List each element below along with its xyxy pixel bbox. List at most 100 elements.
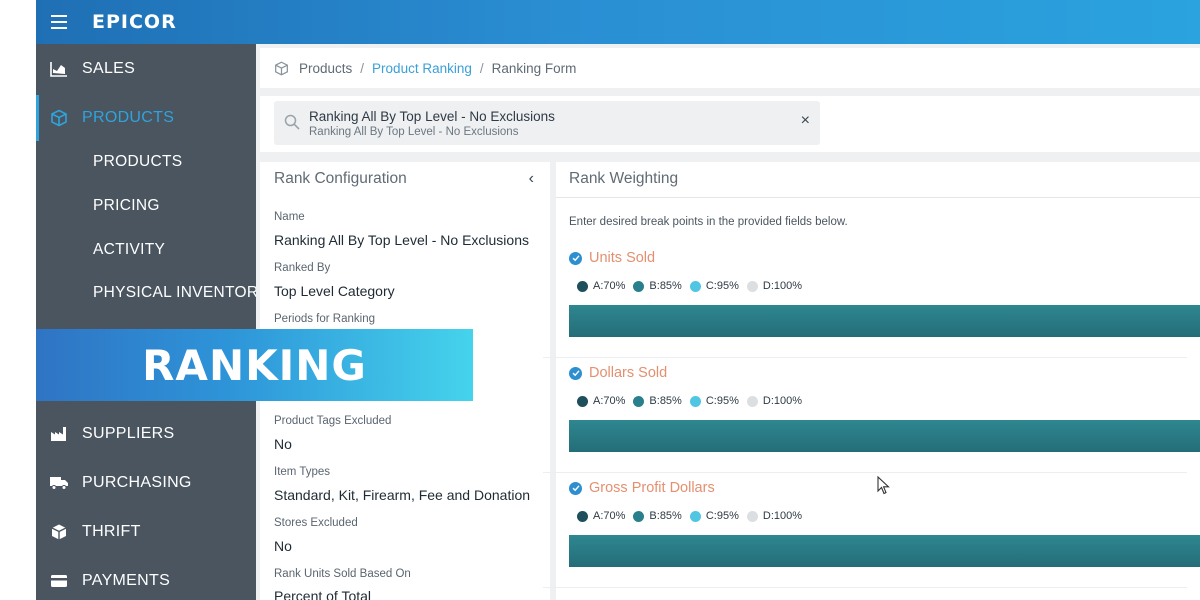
cube-icon — [36, 109, 82, 127]
breadcrumb-product-ranking[interactable]: Product Ranking — [372, 61, 472, 76]
check-circle-icon — [569, 481, 582, 495]
banner-text: RANKING — [142, 340, 367, 390]
legend-dot — [577, 280, 588, 292]
legend-dot — [633, 395, 645, 407]
field-label-rank-units-basis: Rank Units Sold Based On — [274, 568, 411, 580]
search-input[interactable]: Ranking All By Top Level - No Exclusions… — [274, 101, 820, 145]
breakpoint-slider-bar[interactable] — [569, 420, 1200, 452]
search-selected-subtitle: Ranking All By Top Level - No Exclusions — [309, 126, 519, 138]
search-bar: Ranking All By Top Level - No Exclusions… — [260, 96, 1200, 152]
field-value-stores-excluded: No — [274, 538, 292, 554]
sidebar-item-label: ACTIVITY — [93, 241, 166, 258]
field-value-rank-units-basis: Percent of Total — [274, 588, 372, 600]
legend: A:70% B:85% C:95% D:100% — [577, 510, 810, 522]
sidebar-item-suppliers[interactable]: SUPPLIERS — [36, 411, 256, 457]
mouse-cursor-icon — [877, 475, 891, 501]
close-icon[interactable]: × — [801, 112, 810, 130]
legend-dot — [689, 510, 701, 522]
sidebar-item-label: SALES — [82, 60, 136, 77]
panel-title: Rank Configuration — [274, 170, 407, 187]
legend-item-a: A:70% — [577, 510, 625, 522]
breadcrumb-products[interactable]: Products — [299, 61, 352, 76]
sidebar-item-thrift[interactable]: THRIFT — [36, 509, 256, 555]
breadcrumb-separator: / — [360, 60, 365, 76]
legend-label: B:85% — [649, 280, 682, 292]
rank-weighting-panel: Rank Weighting Enter desired break point… — [543, 162, 1200, 600]
legend-label: C:95% — [705, 510, 739, 522]
sidebar-subitem-products[interactable]: PRODUCTS — [36, 139, 256, 185]
main-content: Products / Product Ranking / Ranking For… — [256, 44, 1200, 600]
sidebar-item-sales[interactable]: SALES — [36, 46, 256, 92]
sidebar-subitem-pricing[interactable]: PRICING — [36, 183, 256, 229]
metric-title: Units Sold — [569, 250, 655, 266]
sidebar-item-label: SUPPLIERS — [82, 425, 175, 442]
divider — [543, 357, 1187, 358]
legend-dot — [689, 395, 701, 407]
metric-title-text: Dollars Sold — [589, 365, 668, 381]
legend-label: D:100% — [762, 510, 803, 522]
factory-icon — [36, 426, 82, 442]
sidebar-item-label: PRODUCTS — [82, 109, 175, 126]
breadcrumb-separator: / — [479, 60, 484, 76]
sidebar-item-label: PAYMENTS — [82, 572, 171, 589]
legend-dot — [577, 510, 588, 522]
legend-label: C:95% — [705, 395, 739, 407]
field-value-name: Ranking All By Top Level - No Exclusions — [274, 232, 529, 248]
field-label-stores-excluded: Stores Excluded — [274, 517, 358, 529]
truck-icon — [36, 476, 82, 490]
metric-title-text: Gross Profit Dollars — [589, 480, 715, 496]
sidebar-item-label: PURCHASING — [82, 474, 192, 491]
check-circle-icon — [569, 251, 582, 265]
field-value-ranked-by: Top Level Category — [274, 283, 395, 299]
chart-icon — [36, 61, 82, 77]
breakpoint-slider-bar[interactable] — [569, 535, 1200, 567]
metric-title: Dollars Sold — [569, 365, 667, 381]
field-label-name: Name — [274, 211, 305, 223]
field-label-periods: Periods for Ranking — [274, 313, 375, 325]
hamburger-menu-icon[interactable] — [36, 0, 82, 44]
chevron-left-icon[interactable]: ‹ — [529, 170, 534, 188]
legend-label: D:100% — [762, 280, 803, 292]
field-value-item-types: Standard, Kit, Firearm, Fee and Donation — [274, 487, 531, 503]
legend-label: A:70% — [593, 510, 626, 522]
top-bar: EPICOR — [36, 0, 1200, 44]
check-circle-icon — [569, 366, 582, 380]
legend: A:70% B:85% C:95% D:100% — [577, 395, 810, 407]
ranking-title-banner: RANKING — [36, 329, 473, 401]
sidebar-item-label: THRIFT — [82, 523, 141, 540]
panel-title: Rank Weighting — [569, 170, 679, 187]
legend-item-c: C:95% — [689, 510, 739, 522]
legend-dot — [746, 395, 758, 407]
box-icon — [36, 523, 82, 541]
legend-label: B:85% — [649, 510, 682, 522]
breadcrumb: Products / Product Ranking / Ranking For… — [260, 48, 1200, 88]
legend-dot — [746, 510, 758, 522]
app-logo: EPICOR — [92, 11, 177, 33]
field-value-product-tags: No — [274, 436, 292, 452]
legend-label: B:85% — [649, 395, 682, 407]
legend-label: A:70% — [593, 280, 626, 292]
legend-item-d: D:100% — [746, 280, 803, 292]
instructions-text: Enter desired break points in the provid… — [569, 216, 848, 228]
card-icon — [36, 574, 82, 588]
cube-icon — [275, 61, 288, 75]
sidebar-item-products[interactable]: PRODUCTS — [36, 95, 256, 141]
sidebar-item-payments[interactable]: PAYMENTS — [36, 558, 256, 600]
legend-item-d: D:100% — [746, 510, 803, 522]
legend-dot — [633, 510, 645, 522]
sidebar-nav: SALES PRODUCTS PRODUCTS PRICING ACTIVITY… — [36, 44, 256, 600]
breakpoint-slider-bar[interactable] — [569, 305, 1200, 337]
legend-item-a: A:70% — [577, 395, 625, 407]
legend-label: D:100% — [762, 395, 803, 407]
sidebar-item-purchasing[interactable]: PURCHASING — [36, 460, 256, 506]
legend-dot — [746, 280, 758, 292]
sidebar-subitem-physical-inventory[interactable]: PHYSICAL INVENTORY — [36, 270, 256, 316]
sidebar-item-label: PHYSICAL INVENTORY — [93, 284, 256, 301]
divider — [543, 587, 1187, 588]
sidebar-subitem-activity[interactable]: ACTIVITY — [36, 227, 256, 273]
legend-label: A:70% — [593, 395, 626, 407]
metric-title-text: Units Sold — [589, 250, 656, 266]
legend: A:70% B:85% C:95% D:100% — [577, 280, 810, 292]
legend-item-b: B:85% — [633, 280, 682, 292]
sidebar-item-label: PRODUCTS — [93, 153, 183, 170]
